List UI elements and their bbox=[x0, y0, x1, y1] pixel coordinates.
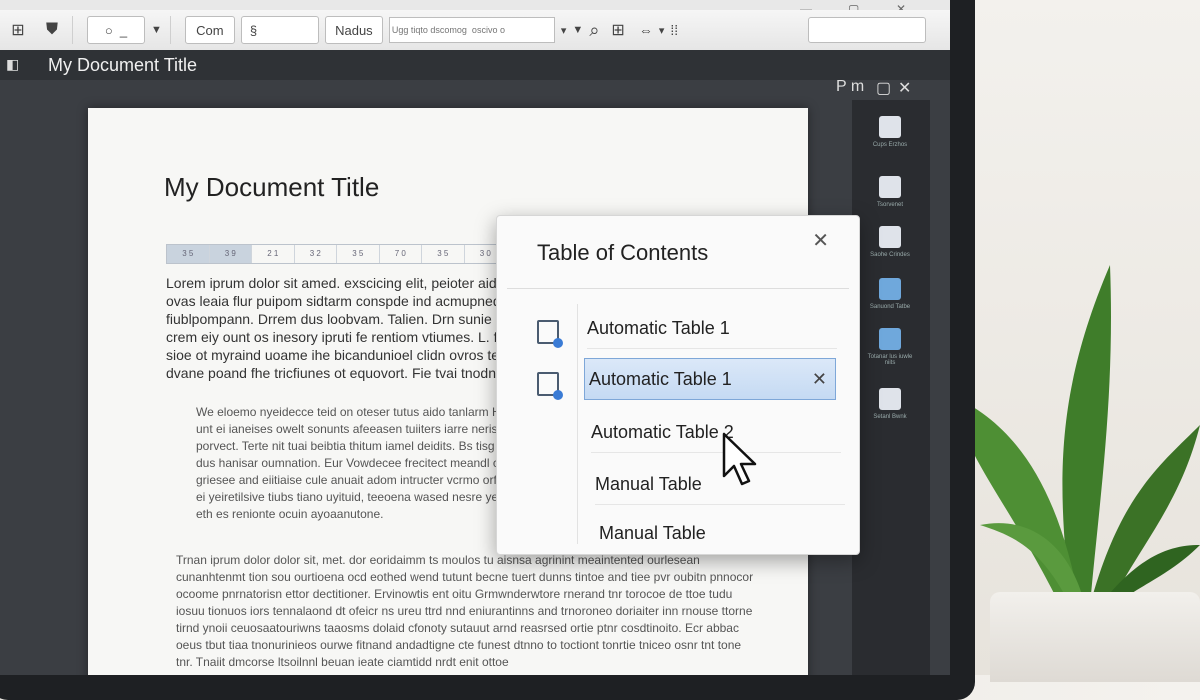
chevron-down-icon[interactable]: ▾ bbox=[659, 17, 665, 43]
plant-pot bbox=[990, 592, 1200, 682]
template-icon bbox=[879, 176, 901, 198]
grid-icon[interactable]: ⊞ bbox=[6, 17, 30, 43]
sidepane-item-label: Saohe Crindes bbox=[870, 252, 910, 258]
toolbar-divider bbox=[169, 16, 171, 44]
shape-picker[interactable]: ○ _ bbox=[87, 16, 145, 44]
document-titlebar: ◧ My Document Title bbox=[0, 50, 950, 80]
sidepane-item[interactable]: Sanuond Tatbe bbox=[866, 278, 914, 310]
sidepane-item-label: Tsorvenet bbox=[876, 202, 903, 208]
style-button[interactable]: Nadus bbox=[324, 16, 383, 44]
pane-restore-icon[interactable]: ▢ bbox=[876, 78, 891, 98]
document-heading[interactable]: My Document Title bbox=[164, 172, 379, 203]
sidepane-item[interactable]: Totanar lus iuwle niits bbox=[866, 328, 914, 366]
toc-option-label: Automatic Table 1 bbox=[589, 368, 732, 389]
search-icon[interactable]: ⌕ bbox=[589, 17, 599, 43]
window-top-strip: — ▢ ✕ bbox=[0, 0, 950, 16]
ruler-cell: 7 0 bbox=[380, 245, 422, 263]
database-icon bbox=[879, 278, 901, 300]
toc-divider bbox=[507, 288, 849, 289]
sidepane-item[interactable]: Setanl Bwnk bbox=[866, 388, 914, 420]
sidepane-item[interactable]: Tsorvenet bbox=[866, 176, 914, 208]
chevron-down-icon[interactable]: ▼ bbox=[572, 17, 583, 43]
toc-option[interactable]: Automatic Table 1 bbox=[587, 308, 837, 349]
ruler-cell: 3 5 bbox=[422, 245, 465, 263]
menu-icon[interactable]: ◧ bbox=[6, 56, 19, 73]
paint-bucket-icon[interactable]: ⛊ bbox=[40, 17, 64, 43]
close-icon[interactable]: ✕ bbox=[812, 228, 829, 253]
ruler-cell: 3 5 bbox=[337, 245, 380, 263]
toc-option-label: Automatic Table 1 bbox=[587, 317, 730, 338]
toc-option[interactable]: Manual Table bbox=[595, 464, 845, 505]
arrange-icon[interactable]: ⇔ bbox=[639, 17, 653, 43]
toc-style-icon bbox=[537, 320, 563, 348]
mouse-cursor-icon bbox=[722, 432, 757, 486]
sidepane-item[interactable]: Saohe Crindes bbox=[866, 226, 914, 258]
toc-column-divider bbox=[577, 304, 578, 544]
toc-option-label: Manual Table bbox=[599, 522, 706, 543]
ruler-cell: 3 9 bbox=[209, 245, 252, 263]
chevron-down-icon[interactable]: ▾ bbox=[561, 17, 567, 43]
toc-option-label: Automatic Table 2 bbox=[591, 421, 734, 442]
pane-label: P m bbox=[836, 78, 865, 95]
table-grid-icon[interactable]: ⊞ bbox=[611, 17, 624, 43]
monitor-frame: — ▢ ✕ ⊞ ⛊ ○ _ ▼ Com § Nadus ▾ ▼ ⌕ ⊞ ⇔ ▾ … bbox=[0, 0, 975, 700]
side-pane: Cups Erzhos Tsorvenet Saohe Crindes Sanu… bbox=[852, 100, 930, 675]
pane-close-icon[interactable]: ✕ bbox=[898, 78, 911, 98]
ruler-cell: 2 1 bbox=[252, 245, 295, 263]
font-button[interactable]: Com bbox=[184, 16, 235, 44]
toolbar-divider bbox=[72, 16, 73, 44]
document-icon bbox=[879, 116, 901, 138]
ribbon-toolbar: ⊞ ⛊ ○ _ ▼ Com § Nadus ▾ ▼ ⌕ ⊞ ⇔ ▾ ⁞⁞ bbox=[0, 10, 950, 51]
window-title: My Document Title bbox=[48, 54, 198, 75]
remove-icon[interactable]: ✕ bbox=[812, 369, 827, 390]
screen: — ▢ ✕ ⊞ ⛊ ○ _ ▼ Com § Nadus ▾ ▼ ⌕ ⊞ ⇔ ▾ … bbox=[0, 0, 950, 675]
table-ruler: 3 5 3 9 2 1 3 2 3 5 7 0 3 5 3 0 bbox=[166, 244, 508, 264]
sidepane-item-label: Totanar lus iuwle niits bbox=[867, 354, 913, 366]
sidepane-item[interactable]: Cups Erzhos bbox=[866, 116, 914, 148]
paragraph-icon[interactable]: § bbox=[240, 16, 319, 44]
sidepane-item-label: Sanuond Tatbe bbox=[869, 304, 911, 310]
plant-decoration bbox=[950, 265, 1200, 605]
pages-icon bbox=[879, 226, 901, 248]
table-icon bbox=[879, 328, 901, 350]
table-of-contents-popup: Table of Contents ✕ Automatic Table 1 Au… bbox=[496, 215, 860, 555]
arrows-icon bbox=[879, 388, 901, 410]
more-options-icon[interactable]: ⁞⁞ bbox=[670, 17, 678, 43]
sidepane-item-label: Setanl Bwnk bbox=[873, 414, 907, 420]
sidepane-item-label: Cups Erzhos bbox=[872, 142, 908, 148]
ruler-cell: 3 5 bbox=[167, 245, 210, 263]
toc-style-icon bbox=[537, 372, 563, 400]
search-input[interactable] bbox=[388, 17, 555, 43]
chevron-down-icon[interactable]: ▼ bbox=[151, 17, 162, 43]
ruler-cell: 3 2 bbox=[295, 245, 337, 263]
toc-title: Table of Contents bbox=[537, 240, 709, 265]
paragraph[interactable]: Trnan iprum dolor dolor sit, met. dor eo… bbox=[176, 552, 756, 671]
toc-option-selected[interactable]: Automatic Table 1 ✕ bbox=[584, 358, 836, 400]
toc-option[interactable]: Automatic Table 2 bbox=[591, 412, 841, 453]
toc-option-label: Manual Table bbox=[595, 473, 702, 494]
toc-option[interactable]: Manual Table bbox=[599, 516, 849, 550]
toolbar-end-box bbox=[808, 17, 926, 43]
